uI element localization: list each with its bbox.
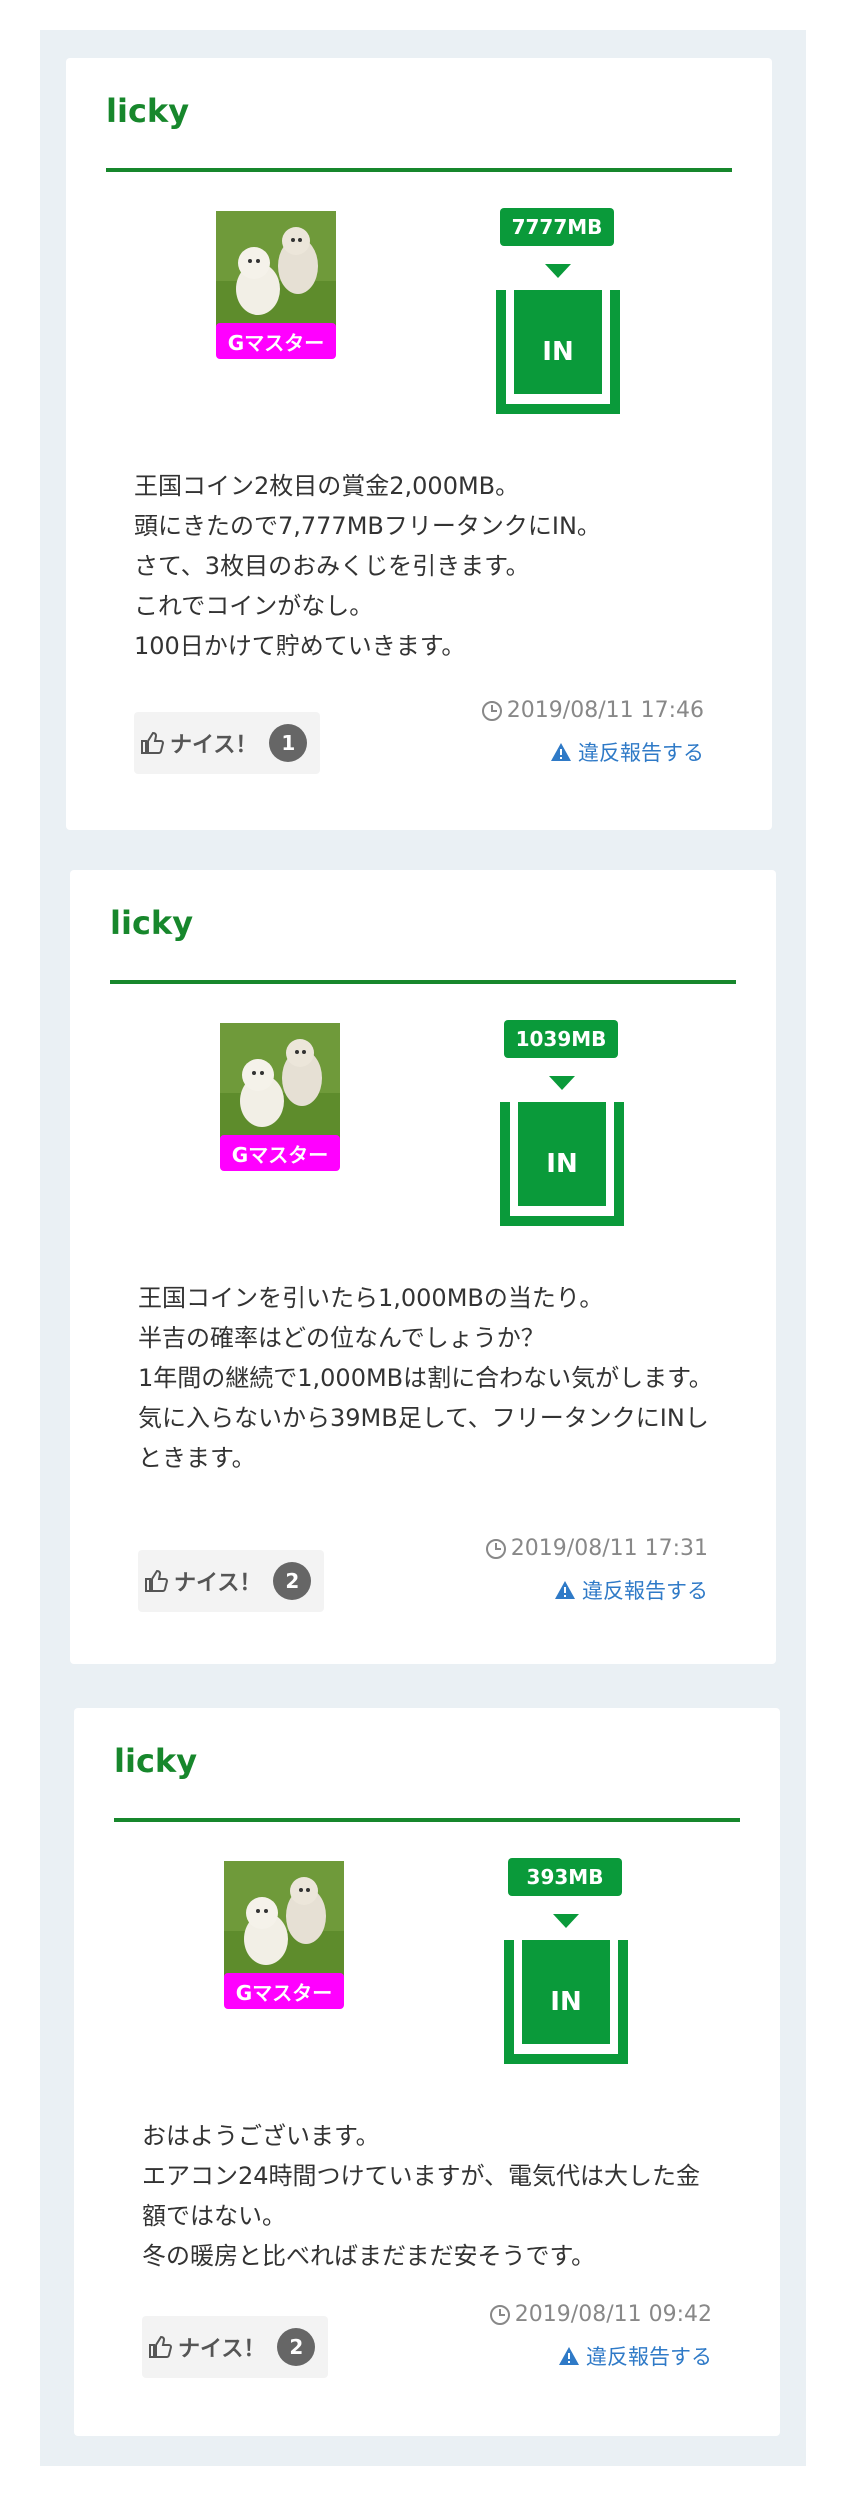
avatar	[224, 1861, 344, 1981]
warning-icon	[551, 743, 571, 761]
clock-icon	[489, 2304, 510, 2325]
nice-label: ナイス！	[178, 2337, 266, 2362]
thumbs-up-icon	[144, 1569, 168, 1593]
thumbs-up-icon	[148, 2335, 172, 2359]
timeline: licky Gマスター 7777MB IN 王国コイン2枚目の賞金2,000MB…	[40, 30, 806, 2466]
nice-label: ナイス！	[174, 1571, 262, 1596]
tank-graphic: 1039MB IN	[500, 1020, 624, 1226]
free-tank: IN	[500, 1102, 624, 1226]
report-label: 違反報告する	[582, 1579, 708, 1603]
post-meta: 2019/08/11 17:46 違反報告する	[404, 698, 704, 767]
nice-button[interactable]: ナイス！ 2	[142, 2316, 328, 2378]
nice-count: 2	[277, 2328, 316, 2366]
report-label: 違反報告する	[578, 741, 704, 765]
report-link[interactable]: 違反報告する	[404, 737, 704, 767]
mb-amount: 7777MB	[500, 208, 614, 246]
tank-graphic: 393MB IN	[504, 1858, 628, 2064]
post-message: 王国コインを引いたら1,000MBの当たり。 半吉の確率はどの位なんでしょうか？…	[138, 1284, 713, 1472]
rank-badge: Gマスター	[220, 1135, 340, 1171]
avatar-block[interactable]: Gマスター	[216, 211, 336, 359]
timestamp: 2019/08/11 17:31	[510, 1536, 708, 1561]
down-arrow-icon	[553, 1914, 579, 1928]
post-message: 王国コイン2枚目の賞金2,000MB。 頭にきたので7,777MBフリータンクに…	[134, 472, 601, 660]
username[interactable]: licky	[106, 92, 189, 130]
timestamp-row: 2019/08/11 09:42	[412, 2302, 712, 2327]
warning-icon	[559, 2347, 579, 2365]
nice-count: 1	[269, 724, 308, 762]
mb-amount: 1039MB	[504, 1020, 618, 1058]
report-link[interactable]: 違反報告する	[408, 1575, 708, 1605]
post-card: licky Gマスター 1039MB IN 王国コインを引いたら1,000MBの…	[70, 870, 776, 1664]
avatar-block[interactable]: Gマスター	[220, 1023, 340, 1171]
post-meta: 2019/08/11 09:42 違反報告する	[412, 2302, 712, 2371]
clock-icon	[485, 1538, 506, 1559]
avatar-block[interactable]: Gマスター	[224, 1861, 344, 2009]
nice-button[interactable]: ナイス！ 1	[134, 712, 320, 774]
nice-button[interactable]: ナイス！ 2	[138, 1550, 324, 1612]
tank-label: IN	[546, 1149, 578, 1179]
avatar	[216, 211, 336, 331]
divider	[110, 980, 736, 984]
post-card: licky Gマスター 393MB IN おはようございます。 エアコン24時間…	[74, 1708, 780, 2436]
divider	[114, 1818, 740, 1822]
free-tank: IN	[504, 1940, 628, 2064]
mb-amount: 393MB	[508, 1858, 622, 1896]
clock-icon	[481, 700, 502, 721]
tank-label: IN	[542, 337, 574, 367]
free-tank: IN	[496, 290, 620, 414]
thumbs-up-icon	[140, 731, 164, 755]
nice-label: ナイス！	[170, 733, 258, 758]
report-link[interactable]: 違反報告する	[412, 2341, 712, 2371]
report-label: 違反報告する	[586, 2345, 712, 2369]
post-meta: 2019/08/11 17:31 違反報告する	[408, 1536, 708, 1605]
post-card: licky Gマスター 7777MB IN 王国コイン2枚目の賞金2,000MB…	[66, 58, 772, 830]
timestamp: 2019/08/11 17:46	[506, 698, 704, 723]
username[interactable]: licky	[110, 904, 193, 942]
tank-graphic: 7777MB IN	[496, 208, 620, 414]
nice-count: 2	[273, 1562, 312, 1600]
warning-icon	[555, 1581, 575, 1599]
divider	[106, 168, 732, 172]
timestamp-row: 2019/08/11 17:46	[404, 698, 704, 723]
timestamp-row: 2019/08/11 17:31	[408, 1536, 708, 1561]
down-arrow-icon	[545, 264, 571, 278]
tank-label: IN	[550, 1987, 582, 2017]
rank-badge: Gマスター	[216, 323, 336, 359]
timestamp: 2019/08/11 09:42	[514, 2302, 712, 2327]
down-arrow-icon	[549, 1076, 575, 1090]
avatar	[220, 1023, 340, 1143]
post-message: おはようございます。 エアコン24時間つけていますが、電気代は大した金額ではない…	[142, 2122, 701, 2270]
rank-badge: Gマスター	[224, 1973, 344, 2009]
username[interactable]: licky	[114, 1742, 197, 1780]
